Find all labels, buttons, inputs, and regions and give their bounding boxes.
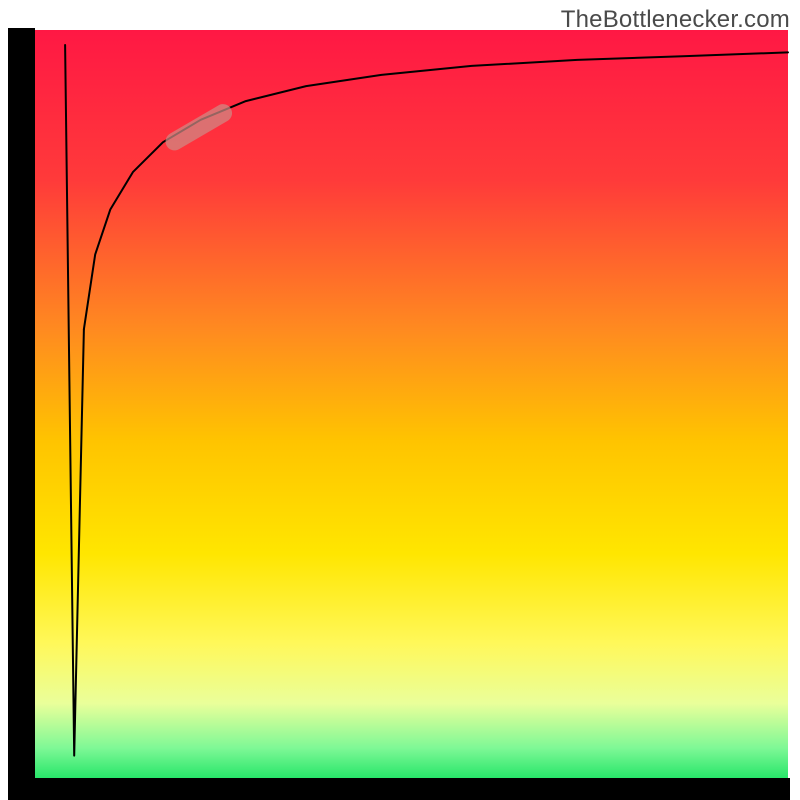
chart-svg <box>0 0 800 800</box>
chart-container: TheBottlenecker.com <box>0 0 800 800</box>
watermark-text: TheBottlenecker.com <box>561 6 790 34</box>
x-axis <box>8 778 790 800</box>
y-axis <box>8 28 35 780</box>
plot-background <box>35 30 788 778</box>
